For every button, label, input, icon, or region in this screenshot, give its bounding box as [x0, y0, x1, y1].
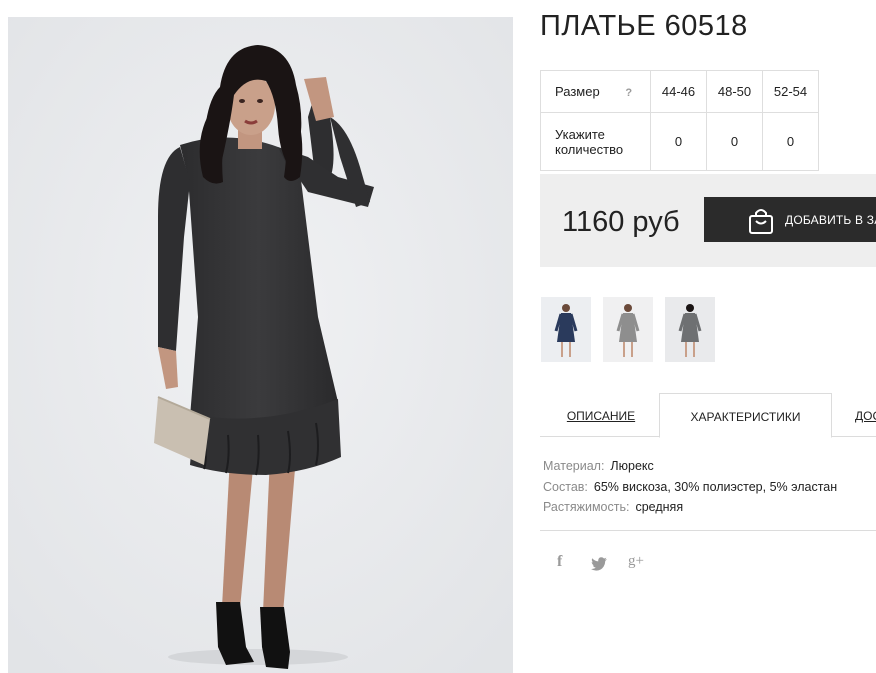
spec-value: средняя — [635, 500, 684, 514]
thumbnail-grey[interactable] — [603, 297, 653, 362]
size-option: 48-50 — [706, 70, 763, 113]
size-label-cell: Размер ? — [540, 70, 651, 113]
thumbnail-navy[interactable] — [541, 297, 591, 362]
spec-key: Растяжимость: — [543, 500, 630, 514]
thumbnail-melange[interactable] — [665, 297, 715, 362]
size-label: Размер — [555, 84, 600, 99]
quantity-input[interactable]: 0 — [762, 112, 819, 171]
twitter-bird-icon — [591, 557, 607, 571]
thumbnail-image — [665, 297, 715, 362]
add-to-cart-button[interactable]: ДОБАВИТЬ В ЗАКАЗ — [704, 197, 876, 242]
shopping-bag-icon — [749, 209, 773, 234]
spec-row: Состав: 65% вискоза, 30% полиэстер, 5% эл… — [543, 477, 837, 498]
quantity-label-line2: количество — [555, 141, 624, 157]
price-panel: 1160 руб ДОБАВИТЬ В ЗАКАЗ — [540, 174, 876, 267]
thumbnail-image — [541, 297, 591, 362]
price: 1160 руб — [562, 206, 680, 238]
tab-delivery[interactable]: ДОСТАВКА — [855, 393, 876, 437]
spec-value: Люрекс — [610, 459, 654, 473]
size-option: 44-46 — [650, 70, 707, 113]
tab-description-label: ОПИСАНИЕ — [566, 409, 636, 423]
spec-value: 65% вискоза, 30% полиэстер, 5% эластан — [593, 479, 838, 494]
product-photo[interactable] — [8, 17, 513, 673]
quantity-label-line1: Укажите — [555, 126, 605, 142]
spec-row: Растяжимость: средняя — [543, 497, 837, 518]
quantity-input[interactable]: 0 — [706, 112, 763, 171]
size-option: 52-54 — [762, 70, 819, 113]
quantity-input[interactable]: 0 — [650, 112, 707, 171]
thumbnail-image — [603, 297, 653, 362]
size-row: Размер ? 44-46 48-50 52-54 — [540, 70, 819, 113]
spec-key: Материал: — [543, 459, 605, 473]
quantity-row: Укажите количество 0 0 0 — [540, 112, 819, 171]
dress-model-illustration — [8, 17, 513, 673]
characteristics-list: Материал: Люрекс Состав: 65% вискоза, 30% … — [543, 456, 837, 518]
tab-delivery-label: ДОСТАВКА — [855, 409, 876, 423]
tab-description[interactable]: ОПИСАНИЕ — [560, 393, 642, 437]
product-tabs: ОПИСАНИЕ ХАРАКТЕРИСТИКИ ДОСТАВКА — [540, 393, 876, 438]
add-to-cart-label: ДОБАВИТЬ В ЗАКАЗ — [785, 212, 876, 227]
facebook-share-icon[interactable]: f — [557, 553, 562, 575]
size-help-icon[interactable]: ? — [625, 87, 632, 99]
product-title: ПЛАТЬЕ 60518 — [540, 10, 748, 42]
spec-row: Материал: Люрекс — [543, 456, 837, 477]
twitter-share-icon[interactable] — [591, 557, 607, 579]
tab-characteristics[interactable]: ХАРАКТЕРИСТИКИ — [659, 393, 832, 438]
size-quantity-table: Размер ? 44-46 48-50 52-54 Укажите колич… — [540, 70, 819, 171]
tab-characteristics-label: ХАРАКТЕРИСТИКИ — [690, 410, 801, 424]
google-plus-share-icon[interactable]: g+ — [628, 553, 644, 575]
section-divider — [540, 530, 876, 531]
quantity-label-cell: Укажите количество — [540, 112, 651, 171]
spec-key: Состав: — [543, 479, 588, 494]
